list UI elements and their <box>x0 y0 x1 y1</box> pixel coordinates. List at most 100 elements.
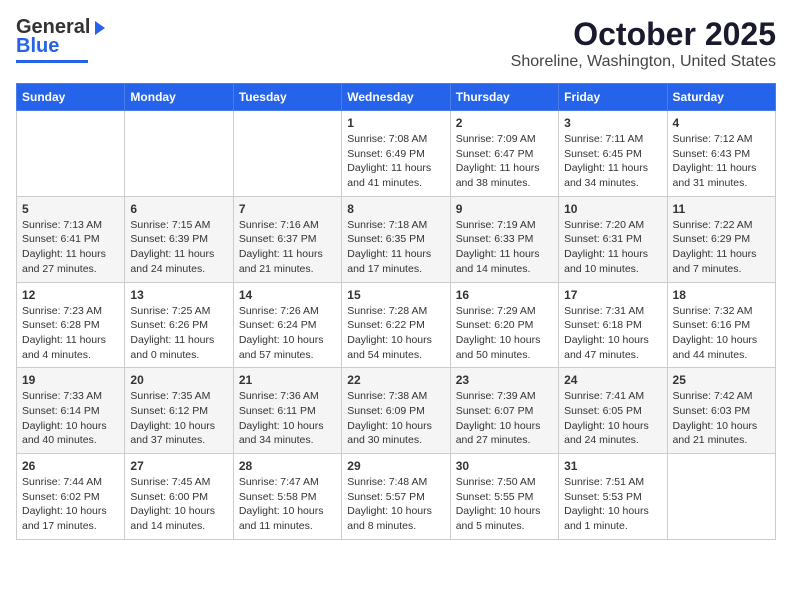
day-info: Sunrise: 7:51 AM Sunset: 5:53 PM Dayligh… <box>564 475 661 534</box>
day-info: Sunrise: 7:11 AM Sunset: 6:45 PM Dayligh… <box>564 132 661 191</box>
day-number: 14 <box>239 288 336 302</box>
weekday-header-sunday: Sunday <box>17 84 125 111</box>
calendar-cell: 1 Sunrise: 7:08 AM Sunset: 6:49 PM Daylig… <box>342 111 450 197</box>
calendar-cell: 3 Sunrise: 7:11 AM Sunset: 6:45 PM Daylig… <box>559 111 667 197</box>
weekday-header-thursday: Thursday <box>450 84 558 111</box>
day-number: 24 <box>564 373 661 387</box>
title-block: October 2025 Shoreline, Washington, Unit… <box>511 16 776 71</box>
day-info: Sunrise: 7:32 AM Sunset: 6:16 PM Dayligh… <box>673 304 770 363</box>
calendar-cell: 25 Sunrise: 7:42 AM Sunset: 6:03 PM Dayli… <box>667 368 775 454</box>
day-number: 16 <box>456 288 553 302</box>
day-number: 11 <box>673 202 770 216</box>
weekday-header-saturday: Saturday <box>667 84 775 111</box>
day-number: 30 <box>456 459 553 473</box>
calendar-cell: 26Sunrise: 7:44 AM Sunset: 6:02 PM Dayli… <box>17 454 125 540</box>
day-info: Sunrise: 7:09 AM Sunset: 6:47 PM Dayligh… <box>456 132 553 191</box>
day-info: Sunrise: 7:47 AM Sunset: 5:58 PM Dayligh… <box>239 475 336 534</box>
day-number: 31 <box>564 459 661 473</box>
day-info: Sunrise: 7:29 AM Sunset: 6:20 PM Dayligh… <box>456 304 553 363</box>
calendar-cell: 31 Sunrise: 7:51 AM Sunset: 5:53 PM Dayli… <box>559 454 667 540</box>
day-number: 27 <box>130 459 227 473</box>
day-number: 25 <box>673 373 770 387</box>
calendar-cell: 14 Sunrise: 7:26 AM Sunset: 6:24 PM Dayli… <box>233 282 341 368</box>
day-number: 3 <box>564 116 661 130</box>
day-number: 19 <box>22 373 119 387</box>
day-info: Sunrise: 7:18 AM Sunset: 6:35 PM Dayligh… <box>347 218 444 277</box>
day-number: 4 <box>673 116 770 130</box>
day-info: Sunrise: 7:44 AM Sunset: 6:02 PM Dayligh… <box>22 475 119 534</box>
day-number: 20 <box>130 373 227 387</box>
day-number: 28 <box>239 459 336 473</box>
day-info: Sunrise: 7:28 AM Sunset: 6:22 PM Dayligh… <box>347 304 444 363</box>
day-info: Sunrise: 7:42 AM Sunset: 6:03 PM Dayligh… <box>673 389 770 448</box>
calendar-cell: 11 Sunrise: 7:22 AM Sunset: 6:29 PM Dayli… <box>667 196 775 282</box>
day-info: Sunrise: 7:08 AM Sunset: 6:49 PM Dayligh… <box>347 132 444 191</box>
calendar-cell: 6 Sunrise: 7:15 AM Sunset: 6:39 PM Daylig… <box>125 196 233 282</box>
day-info: Sunrise: 7:20 AM Sunset: 6:31 PM Dayligh… <box>564 218 661 277</box>
day-number: 29 <box>347 459 444 473</box>
calendar-cell: 28 Sunrise: 7:47 AM Sunset: 5:58 PM Dayli… <box>233 454 341 540</box>
calendar-cell: 7Sunrise: 7:16 AM Sunset: 6:37 PM Daylig… <box>233 196 341 282</box>
day-number: 8 <box>347 202 444 216</box>
week-row-1: 1 Sunrise: 7:08 AM Sunset: 6:49 PM Daylig… <box>17 111 776 197</box>
calendar-cell: 29 Sunrise: 7:48 AM Sunset: 5:57 PM Dayli… <box>342 454 450 540</box>
calendar-cell: 13 Sunrise: 7:25 AM Sunset: 6:26 PM Dayli… <box>125 282 233 368</box>
day-number: 12 <box>22 288 119 302</box>
day-number: 9 <box>456 202 553 216</box>
calendar-cell: 24Sunrise: 7:41 AM Sunset: 6:05 PM Dayli… <box>559 368 667 454</box>
day-info: Sunrise: 7:33 AM Sunset: 6:14 PM Dayligh… <box>22 389 119 448</box>
day-info: Sunrise: 7:31 AM Sunset: 6:18 PM Dayligh… <box>564 304 661 363</box>
day-number: 15 <box>347 288 444 302</box>
week-row-3: 12Sunrise: 7:23 AM Sunset: 6:28 PM Dayli… <box>17 282 776 368</box>
calendar-cell: 15 Sunrise: 7:28 AM Sunset: 6:22 PM Dayli… <box>342 282 450 368</box>
day-number: 10 <box>564 202 661 216</box>
calendar-title: October 2025 <box>511 16 776 53</box>
day-number: 18 <box>673 288 770 302</box>
logo-underline <box>16 60 88 63</box>
day-info: Sunrise: 7:12 AM Sunset: 6:43 PM Dayligh… <box>673 132 770 191</box>
logo-blue: Blue <box>16 35 59 58</box>
weekday-header-tuesday: Tuesday <box>233 84 341 111</box>
day-number: 13 <box>130 288 227 302</box>
calendar-cell: 30 Sunrise: 7:50 AM Sunset: 5:55 PM Dayli… <box>450 454 558 540</box>
week-row-5: 26Sunrise: 7:44 AM Sunset: 6:02 PM Dayli… <box>17 454 776 540</box>
day-number: 5 <box>22 202 119 216</box>
week-row-4: 19 Sunrise: 7:33 AM Sunset: 6:14 PM Dayli… <box>17 368 776 454</box>
calendar-cell: 17 Sunrise: 7:31 AM Sunset: 6:18 PM Dayli… <box>559 282 667 368</box>
day-info: Sunrise: 7:35 AM Sunset: 6:12 PM Dayligh… <box>130 389 227 448</box>
calendar-cell: 8 Sunrise: 7:18 AM Sunset: 6:35 PM Daylig… <box>342 196 450 282</box>
calendar-table: SundayMondayTuesdayWednesdayThursdayFrid… <box>16 83 776 540</box>
calendar-cell <box>17 111 125 197</box>
day-number: 6 <box>130 202 227 216</box>
day-info: Sunrise: 7:13 AM Sunset: 6:41 PM Dayligh… <box>22 218 119 277</box>
calendar-cell: 5 Sunrise: 7:13 AM Sunset: 6:41 PM Daylig… <box>17 196 125 282</box>
week-row-2: 5 Sunrise: 7:13 AM Sunset: 6:41 PM Daylig… <box>17 196 776 282</box>
day-info: Sunrise: 7:25 AM Sunset: 6:26 PM Dayligh… <box>130 304 227 363</box>
calendar-cell: 2 Sunrise: 7:09 AM Sunset: 6:47 PM Daylig… <box>450 111 558 197</box>
day-number: 1 <box>347 116 444 130</box>
day-number: 21 <box>239 373 336 387</box>
day-info: Sunrise: 7:48 AM Sunset: 5:57 PM Dayligh… <box>347 475 444 534</box>
day-number: 17 <box>564 288 661 302</box>
day-info: Sunrise: 7:50 AM Sunset: 5:55 PM Dayligh… <box>456 475 553 534</box>
page-header: General Blue October 2025 Shoreline, Was… <box>16 16 776 71</box>
calendar-cell: 23Sunrise: 7:39 AM Sunset: 6:07 PM Dayli… <box>450 368 558 454</box>
calendar-cell: 9Sunrise: 7:19 AM Sunset: 6:33 PM Daylig… <box>450 196 558 282</box>
calendar-cell: 4 Sunrise: 7:12 AM Sunset: 6:43 PM Daylig… <box>667 111 775 197</box>
weekday-header-monday: Monday <box>125 84 233 111</box>
day-number: 22 <box>347 373 444 387</box>
day-number: 2 <box>456 116 553 130</box>
calendar-cell: 12Sunrise: 7:23 AM Sunset: 6:28 PM Dayli… <box>17 282 125 368</box>
calendar-cell <box>125 111 233 197</box>
calendar-cell: 27Sunrise: 7:45 AM Sunset: 6:00 PM Dayli… <box>125 454 233 540</box>
day-info: Sunrise: 7:26 AM Sunset: 6:24 PM Dayligh… <box>239 304 336 363</box>
day-info: Sunrise: 7:22 AM Sunset: 6:29 PM Dayligh… <box>673 218 770 277</box>
day-info: Sunrise: 7:15 AM Sunset: 6:39 PM Dayligh… <box>130 218 227 277</box>
weekday-header-friday: Friday <box>559 84 667 111</box>
calendar-cell: 18 Sunrise: 7:32 AM Sunset: 6:16 PM Dayli… <box>667 282 775 368</box>
calendar-cell <box>233 111 341 197</box>
day-info: Sunrise: 7:38 AM Sunset: 6:09 PM Dayligh… <box>347 389 444 448</box>
calendar-cell: 19 Sunrise: 7:33 AM Sunset: 6:14 PM Dayli… <box>17 368 125 454</box>
weekday-header-wednesday: Wednesday <box>342 84 450 111</box>
calendar-cell: 21Sunrise: 7:36 AM Sunset: 6:11 PM Dayli… <box>233 368 341 454</box>
